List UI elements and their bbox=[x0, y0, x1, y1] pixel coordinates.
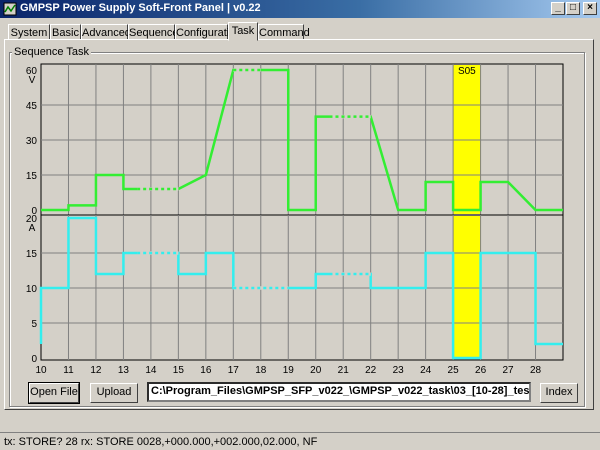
status-bar: tx: STORE? 28 rx: STORE 0028,+000.000,+0… bbox=[0, 432, 600, 450]
x-tick-label: 20 bbox=[310, 365, 322, 376]
y-unit-label: A bbox=[29, 223, 36, 234]
y-tick-label: 10 bbox=[26, 284, 38, 295]
x-tick-label: 28 bbox=[530, 365, 542, 376]
x-tick-label: 13 bbox=[118, 365, 130, 376]
x-tick-label: 25 bbox=[448, 365, 460, 376]
x-tick-label: 19 bbox=[283, 365, 295, 376]
index-button[interactable]: Index bbox=[540, 383, 578, 403]
x-tick-label: 24 bbox=[420, 365, 432, 376]
y-tick-label: 0 bbox=[31, 354, 37, 365]
x-tick-label: 18 bbox=[255, 365, 267, 376]
x-tick-label: 16 bbox=[200, 365, 212, 376]
y-tick-label: 30 bbox=[26, 136, 38, 147]
upload-button[interactable]: Upload bbox=[90, 383, 138, 403]
x-tick-label: 15 bbox=[173, 365, 185, 376]
open-file-button[interactable]: Open File bbox=[28, 382, 80, 404]
highlight-label: S05 bbox=[458, 66, 476, 77]
y-tick-label: 5 bbox=[31, 319, 37, 330]
x-tick-label: 12 bbox=[90, 365, 102, 376]
x-tick-label: 10 bbox=[35, 365, 47, 376]
x-tick-label: 21 bbox=[338, 365, 350, 376]
x-tick-label: 14 bbox=[145, 365, 157, 376]
x-tick-label: 22 bbox=[365, 365, 377, 376]
x-tick-label: 27 bbox=[502, 365, 514, 376]
tab-task[interactable]: Task bbox=[228, 22, 258, 41]
x-tick-label: 26 bbox=[475, 365, 487, 376]
y-tick-label: 15 bbox=[26, 171, 38, 182]
x-tick-label: 17 bbox=[228, 365, 240, 376]
file-path-field[interactable]: C:\Program_Files\GMPSP_SFP_v022_\GMPSP_v… bbox=[147, 382, 531, 402]
y-unit-label: V bbox=[29, 75, 36, 86]
y-tick-label: 15 bbox=[26, 249, 38, 260]
x-tick-label: 23 bbox=[393, 365, 405, 376]
x-tick-label: 11 bbox=[63, 365, 74, 376]
y-tick-label: 45 bbox=[26, 101, 38, 112]
status-text: tx: STORE? 28 rx: STORE 0028,+000.000,+0… bbox=[4, 436, 318, 448]
